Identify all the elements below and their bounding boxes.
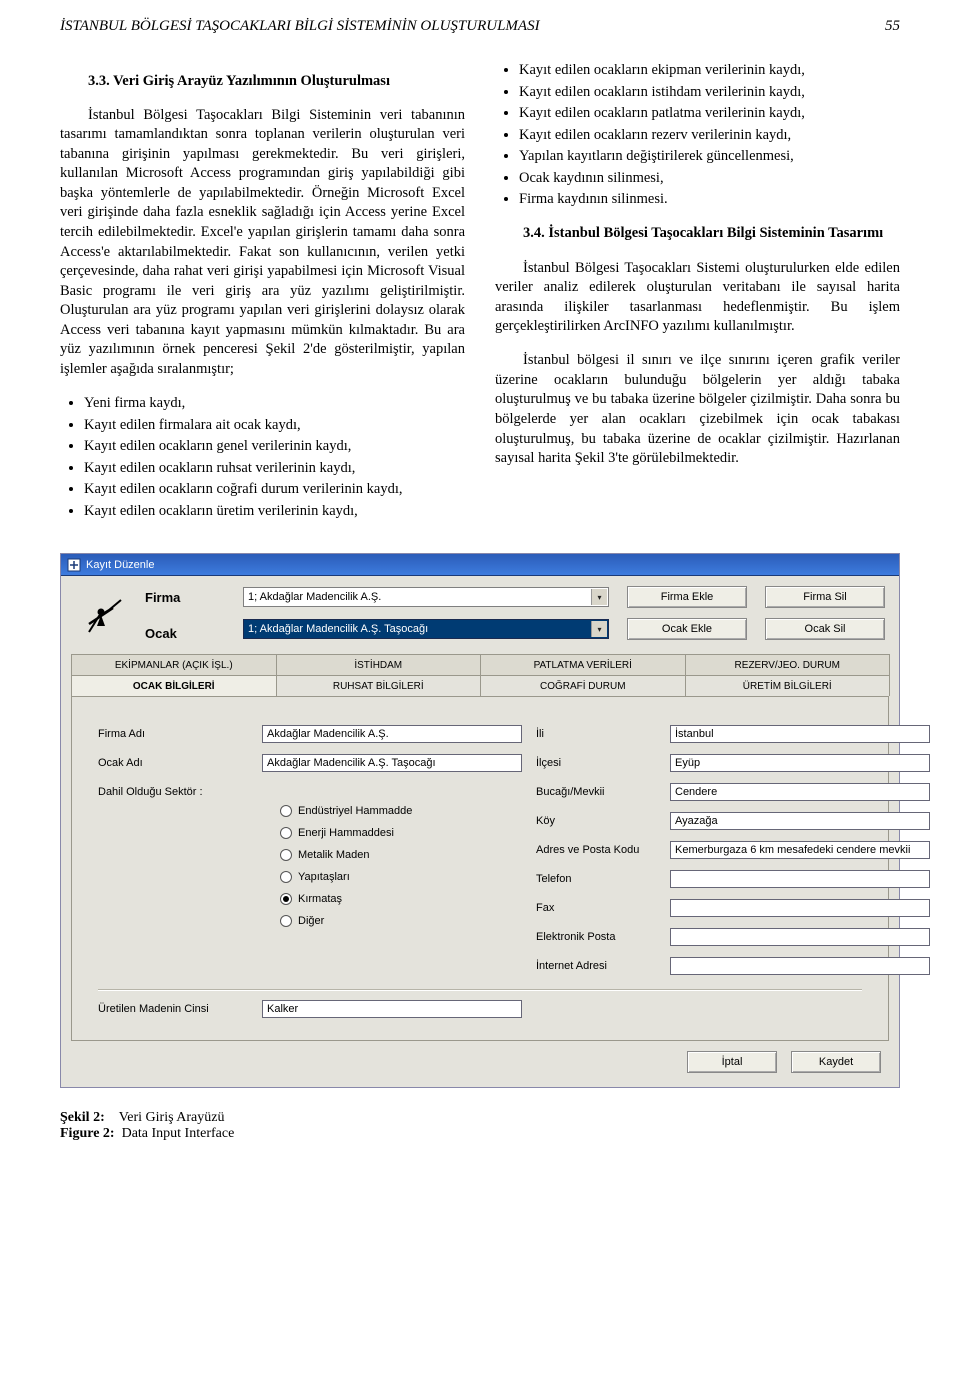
ilcesi-label: İlçesi [536, 757, 656, 769]
radio-icon [280, 849, 292, 861]
chevron-down-icon[interactable]: ▾ [591, 589, 607, 605]
radio-diger[interactable]: Diğer [280, 915, 522, 927]
miner-icon [75, 586, 129, 640]
kaydet-button[interactable]: Kaydet [791, 1051, 881, 1073]
tab-uretim[interactable]: ÜRETİM BİLGİLERİ [685, 675, 891, 696]
firma-combobox-value: 1; Akdağlar Madencilik A.Ş. [248, 591, 381, 603]
firma-label: Firma [145, 590, 180, 605]
ocak-combobox[interactable]: 1; Akdağlar Madencilik A.Ş. Taşocağı ▾ [243, 619, 609, 639]
tab-cografi[interactable]: COĞRAFİ DURUM [480, 675, 686, 696]
uretilen-maden-label: Üretilen Madenin Cinsi [98, 1003, 248, 1015]
list-item: Kayıt edilen ocakların ruhsat verilerini… [84, 459, 465, 479]
radio-kirmatas[interactable]: Kırmataş [280, 893, 522, 905]
page-number: 55 [885, 18, 900, 35]
list-item: Yeni firma kaydı, [84, 394, 465, 414]
list-item: Kayıt edilen firmalara ait ocak kaydı, [84, 416, 465, 436]
divider [98, 989, 862, 990]
radio-metalik[interactable]: Metalik Maden [280, 849, 522, 861]
paragraph-right-2: İstanbul bölgesi il sınırı ve ilçe sınır… [495, 351, 900, 468]
koy-field[interactable]: Ayazağa [670, 812, 930, 830]
eposta-label: Elektronik Posta [536, 931, 656, 943]
radio-enerji[interactable]: Enerji Hammaddesi [280, 827, 522, 839]
list-item: Kayıt edilen ocakların üretim verilerini… [84, 502, 465, 522]
caption-figure-label: Figure 2: [60, 1126, 115, 1141]
radio-endustriyel[interactable]: Endüstriyel Hammadde [280, 805, 522, 817]
chevron-down-icon[interactable]: ▾ [591, 621, 607, 637]
koy-label: Köy [536, 815, 656, 827]
tab-patlatma[interactable]: PATLATMA VERİLERİ [480, 654, 686, 675]
telefon-field[interactable] [670, 870, 930, 888]
tab-rezerv[interactable]: REZERV/JEO. DURUM [685, 654, 891, 675]
section-3-3-heading: 3.3. Veri Giriş Arayüz Yazılımının Oluşt… [88, 73, 390, 89]
running-head-title: İSTANBUL BÖLGESİ TAŞOCAKLARI BİLGİ SİSTE… [60, 18, 540, 35]
tab-ocak-bilgileri[interactable]: OCAK BİLGİLERİ [71, 675, 277, 696]
firma-sil-button[interactable]: Firma Sil [765, 586, 885, 608]
uretilen-maden-field[interactable]: Kalker [262, 1000, 522, 1018]
fax-field[interactable] [670, 899, 930, 917]
radio-icon [280, 827, 292, 839]
telefon-label: Telefon [536, 873, 656, 885]
firma-combobox[interactable]: 1; Akdağlar Madencilik A.Ş. ▾ [243, 587, 609, 607]
radio-icon [280, 893, 292, 905]
list-item: Kayıt edilen ocakların genel verilerinin… [84, 437, 465, 457]
internet-label: İnternet Adresi [536, 960, 656, 972]
section-3-4: 3.4. İstanbul Bölgesi Taşocakları Bilgi … [495, 224, 900, 244]
bullet-list-right: Kayıt edilen ocakların ekipman verilerin… [519, 61, 900, 210]
radio-yapitaslari[interactable]: Yapıtaşları [280, 871, 522, 883]
eposta-field[interactable] [670, 928, 930, 946]
caption-figure-text: Data Input Interface [122, 1126, 235, 1141]
section-3-4-heading: 3.4. İstanbul Bölgesi Taşocakları Bilgi … [523, 225, 883, 241]
bullet-list-left: Yeni firma kaydı, Kayıt edilen firmalara… [84, 394, 465, 521]
sektor-radio-group: Endüstriyel Hammadde Enerji Hammaddesi M… [262, 803, 522, 927]
list-item: Kayıt edilen ocakların istihdam verileri… [519, 83, 900, 103]
ocak-adi-label: Ocak Adı [98, 757, 248, 769]
ili-label: İli [536, 728, 656, 740]
window-title: Kayıt Düzenle [86, 559, 154, 571]
radio-icon [280, 871, 292, 883]
ilcesi-field[interactable]: Eyüp [670, 754, 930, 772]
list-item: Kayıt edilen ocakların coğrafi durum ver… [84, 480, 465, 500]
list-item: Ocak kaydının silinmesi, [519, 169, 900, 189]
list-item: Firma kaydının silinmesi. [519, 190, 900, 210]
firma-adi-field[interactable]: Akdağlar Madencilik A.Ş. [262, 725, 522, 743]
adres-field[interactable]: Kemerburgaza 6 km mesafedeki cendere mev… [670, 841, 930, 859]
ocak-ekle-button[interactable]: Ocak Ekle [627, 618, 747, 640]
sektor-label: Dahil Olduğu Sektör : [98, 786, 248, 798]
ocak-label: Ocak [145, 626, 177, 641]
radio-icon [280, 915, 292, 927]
firma-ekle-button[interactable]: Firma Ekle [627, 586, 747, 608]
tab-ekipmanlar[interactable]: EKİPMANLAR (AÇIK İŞL.) [71, 654, 277, 675]
internet-field[interactable] [670, 957, 930, 975]
list-item: Kayıt edilen ocakların rezerv verilerini… [519, 126, 900, 146]
radio-icon [280, 805, 292, 817]
caption-sekil-text: Veri Giriş Arayüzü [119, 1110, 225, 1125]
ocak-adi-field[interactable]: Akdağlar Madencilik A.Ş. Taşocağı [262, 754, 522, 772]
list-item: Yapılan kayıtların değiştirilerek güncel… [519, 147, 900, 167]
paragraph-left-1: İstanbul Bölgesi Taşocakları Bilgi Siste… [60, 106, 465, 380]
window-titlebar[interactable]: Kayıt Düzenle [61, 554, 899, 576]
ili-field[interactable]: İstanbul [670, 725, 930, 743]
adres-label: Adres ve Posta Kodu [536, 844, 656, 856]
paragraph-right-1: İstanbul Bölgesi Taşocakları Sistemi olu… [495, 259, 900, 337]
caption-sekil-label: Şekil 2: [60, 1110, 105, 1125]
section-3-3: 3.3. Veri Giriş Arayüz Yazılımının Oluşt… [60, 72, 465, 92]
bucak-field[interactable]: Cendere [670, 783, 930, 801]
ocak-combobox-value: 1; Akdağlar Madencilik A.Ş. Taşocağı [248, 623, 428, 635]
fax-label: Fax [536, 902, 656, 914]
window-icon [67, 558, 81, 572]
list-item: Kayıt edilen ocakların patlatma verileri… [519, 104, 900, 124]
list-item: Kayıt edilen ocakların ekipman verilerin… [519, 61, 900, 81]
figure-caption: Şekil 2: Veri Giriş Arayüzü Figure 2: Da… [60, 1110, 900, 1142]
ocak-sil-button[interactable]: Ocak Sil [765, 618, 885, 640]
bucak-label: Bucağı/Mevkii [536, 786, 656, 798]
tab-istihdam[interactable]: İSTİHDAM [276, 654, 482, 675]
data-entry-dialog: Kayıt Düzenle Firma Ocak 1; Akdağlar Mad [60, 553, 900, 1088]
iptal-button[interactable]: İptal [687, 1051, 777, 1073]
firma-adi-label: Firma Adı [98, 728, 248, 740]
tab-ruhsat[interactable]: RUHSAT BİLGİLERİ [276, 675, 482, 696]
